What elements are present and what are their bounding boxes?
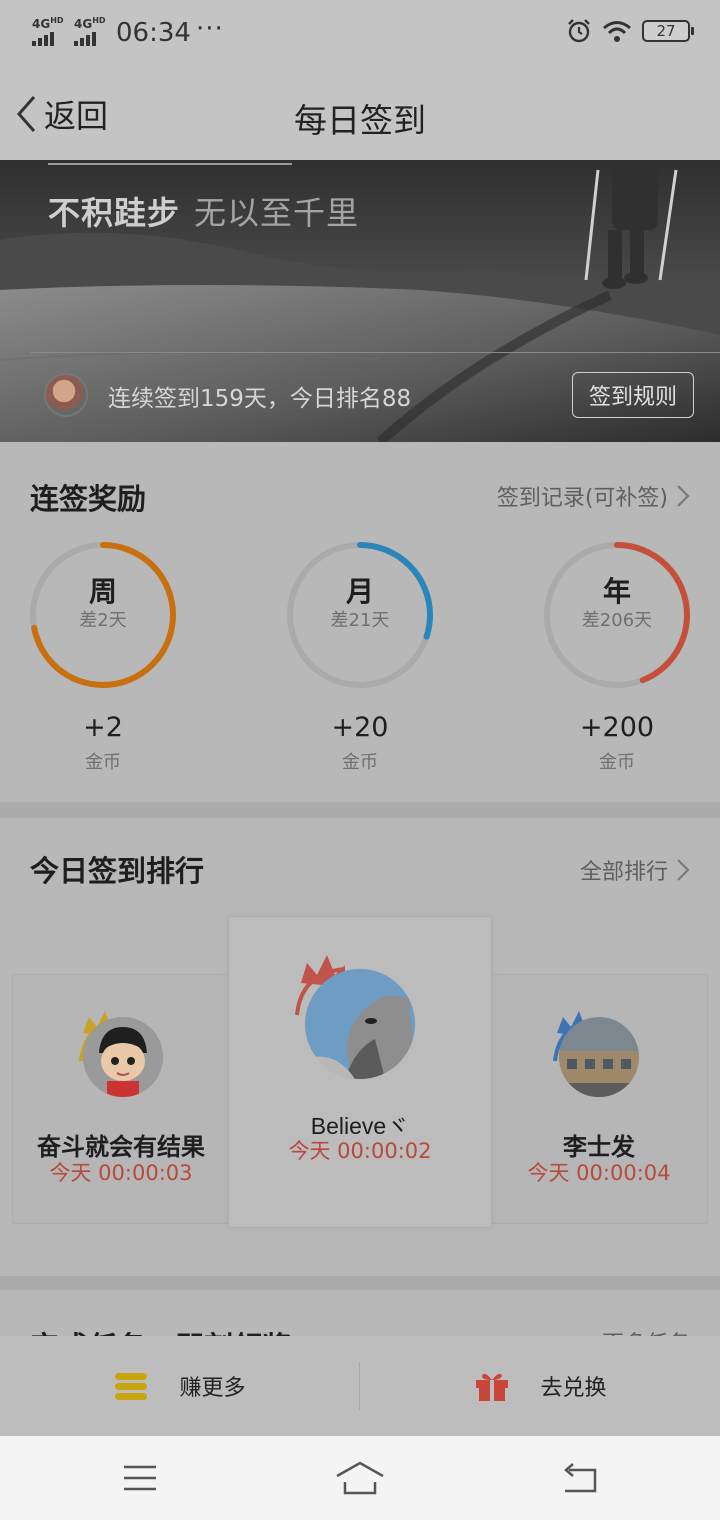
year-label: 年 xyxy=(602,575,631,608)
streak-text: 连续签到159天，今日排名88 xyxy=(108,386,412,412)
all-ranking-link[interactable]: 全部排行 xyxy=(580,854,690,886)
page-title: 每日签到 xyxy=(294,101,426,140)
signal-bars-icon xyxy=(32,32,64,46)
user-avatar xyxy=(83,1017,163,1097)
home-nav-button[interactable] xyxy=(330,1458,390,1498)
signin-record-link[interactable]: 签到记录(可补签) xyxy=(497,480,690,512)
chevron-right-icon xyxy=(677,859,690,881)
year-reward-unit: 金币 xyxy=(599,752,635,773)
month-reward-amount: +20 xyxy=(331,712,389,743)
exchange-button[interactable]: 去兑换 xyxy=(361,1336,720,1436)
month-remaining: 差21天 xyxy=(330,610,390,631)
rank-time: 今天 00:00:04 xyxy=(527,1161,671,1185)
week-remaining: 差2天 xyxy=(79,610,127,631)
reward-section-title: 连签奖励 xyxy=(30,482,147,516)
year-remaining: 差206天 xyxy=(581,610,653,631)
chevron-right-icon xyxy=(677,485,690,507)
rank-time: 今天 00:00:02 xyxy=(288,1139,432,1163)
signal-indicator-1: 4GHD xyxy=(32,16,64,46)
rank-time: 今天 00:00:03 xyxy=(49,1161,193,1185)
user-avatar[interactable] xyxy=(44,373,88,417)
status-time: 06:34 xyxy=(116,18,191,48)
motto-light: 无以至千里 xyxy=(194,194,360,232)
banner: 不积跬步 无以至千里 连续签到159天，今日排名88 签到规则 xyxy=(0,160,720,442)
section-divider xyxy=(0,802,720,818)
earn-more-label: 赚更多 xyxy=(179,1376,246,1401)
banner-divider xyxy=(30,352,720,353)
exchange-label: 去兑换 xyxy=(540,1376,607,1401)
signal-1-label: 4G xyxy=(32,17,51,31)
banner-motto: 不积跬步 无以至千里 xyxy=(48,188,359,234)
alarm-icon xyxy=(568,19,590,43)
rank-card-third[interactable]: 李士发 今天 00:00:04 xyxy=(490,974,708,1224)
gift-icon xyxy=(476,1373,509,1401)
signal-1-sup: HD xyxy=(50,16,64,25)
earn-more-button[interactable]: 赚更多 xyxy=(0,1336,359,1436)
reward-year[interactable]: 年 差206天 +200 金币 xyxy=(542,540,692,780)
user-avatar xyxy=(305,969,415,1079)
ranking-section: 今日签到排行 全部排行 奋斗就会有结果 今天 00:00:03 李士发 今天 0… xyxy=(0,818,720,1276)
week-reward-amount: +2 xyxy=(83,712,123,743)
signal-indicator-2: 4GHD xyxy=(74,16,106,46)
wifi-icon xyxy=(603,21,631,42)
rank-card-first[interactable]: Believeヾ 今天 00:00:02 xyxy=(228,916,492,1228)
menu-icon xyxy=(124,1465,156,1491)
week-label: 周 xyxy=(88,575,117,608)
status-more-dots: ··· xyxy=(196,14,224,44)
battery-icon: 27 xyxy=(642,20,694,42)
back-nav-button[interactable] xyxy=(550,1458,610,1498)
ranking-section-title: 今日签到排行 xyxy=(30,854,205,888)
back-arrow-icon xyxy=(564,1463,597,1493)
system-nav-bar xyxy=(0,1436,720,1520)
week-reward-unit: 金币 xyxy=(85,752,121,773)
section-divider xyxy=(0,1276,720,1290)
reward-section: 连签奖励 签到记录(可补签) 周 差2天 +2 金币 月 差21天 +20 金币… xyxy=(0,442,720,802)
reward-month[interactable]: 月 差21天 +20 金币 xyxy=(285,540,435,780)
month-reward-unit: 金币 xyxy=(342,752,378,773)
signin-rules-button[interactable]: 签到规则 xyxy=(572,372,694,418)
coin-stack-icon xyxy=(115,1373,148,1400)
app-header: 返回 每日签到 xyxy=(0,66,720,160)
rank-card-second[interactable]: 奋斗就会有结果 今天 00:00:03 xyxy=(12,974,230,1224)
user-avatar xyxy=(559,1017,639,1097)
all-ranking-label: 全部排行 xyxy=(579,860,668,885)
bottom-action-bar: 赚更多 去兑换 xyxy=(0,1336,720,1436)
month-label: 月 xyxy=(345,575,374,608)
signin-record-label: 签到记录(可补签) xyxy=(496,486,668,511)
banner-top-line xyxy=(48,163,292,165)
reward-week[interactable]: 周 差2天 +2 金币 xyxy=(28,540,178,780)
signal-2-label: 4G xyxy=(74,17,93,31)
year-reward-amount: +200 xyxy=(579,712,655,743)
status-icons: 27 xyxy=(566,18,694,44)
menu-nav-button[interactable] xyxy=(110,1458,170,1498)
home-icon xyxy=(336,1461,384,1495)
signal-2-sup: HD xyxy=(92,16,106,25)
status-bar: 4GHD 4GHD 06:34 ··· 27 xyxy=(0,0,720,66)
action-divider xyxy=(359,1362,360,1410)
signal-bars-icon xyxy=(74,32,106,46)
motto-bold: 不积跬步 xyxy=(48,194,181,232)
